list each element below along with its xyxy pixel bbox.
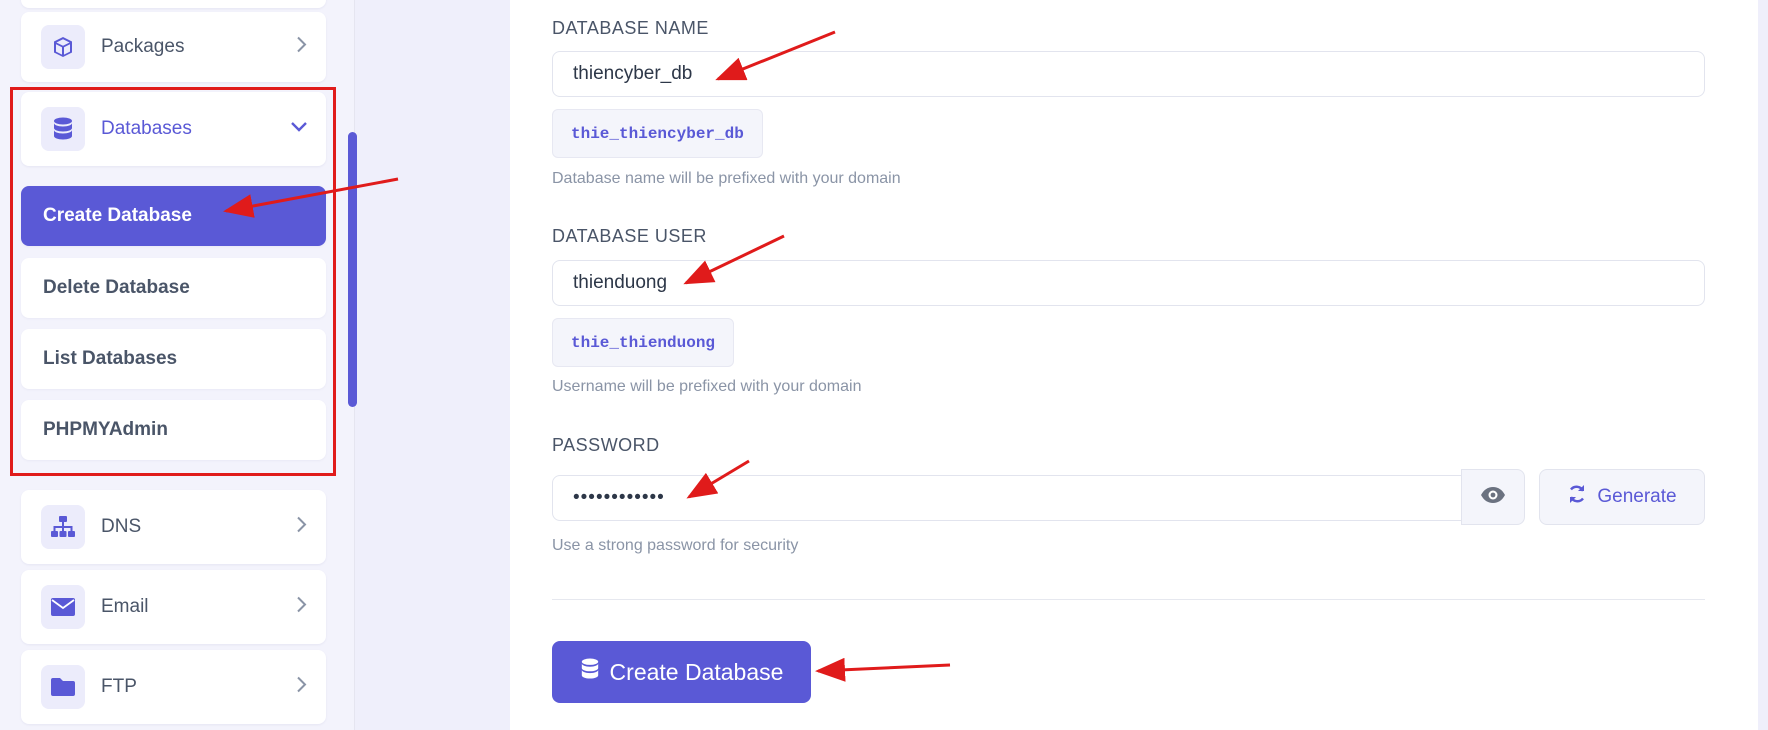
chevron-right-icon	[296, 596, 308, 619]
db-user-prefixed-preview: thie_thienduong	[552, 318, 735, 367]
password-help: Use a strong password for security	[552, 537, 799, 554]
toggle-password-visibility-button[interactable]	[1461, 469, 1525, 525]
sidebar-item-ftp[interactable]: FTP	[21, 650, 326, 724]
sidebar-item-previous[interactable]	[21, 0, 326, 8]
password-input[interactable]: ••••••••••••	[552, 475, 1462, 521]
folder-icon	[41, 665, 85, 709]
annotation-highlight-box	[10, 87, 336, 476]
password-label: PASSWORD	[552, 435, 660, 455]
sidebar-item-label: Email	[101, 596, 149, 617]
db-user-label: DATABASE USER	[552, 226, 707, 246]
db-name-help: Database name will be prefixed with your…	[552, 170, 901, 187]
db-name-input[interactable]: thiencyber_db	[552, 51, 1705, 97]
db-user-help: Username will be prefixed with your doma…	[552, 378, 862, 395]
sidebar-item-label: Packages	[101, 36, 185, 57]
sidebar-item-label: DNS	[101, 516, 142, 537]
chevron-right-icon	[296, 36, 308, 59]
chevron-right-icon	[296, 676, 308, 699]
box-icon	[41, 25, 85, 69]
generate-password-button[interactable]: Generate	[1539, 469, 1705, 525]
sitemap-icon	[41, 505, 85, 549]
sidebar-item-label: FTP	[101, 676, 137, 697]
db-user-input[interactable]: thienduong	[552, 260, 1705, 306]
form-divider	[552, 599, 1705, 600]
sidebar-scrollbar[interactable]	[348, 132, 357, 407]
sidebar-item-dns[interactable]: DNS	[21, 490, 326, 564]
envelope-icon	[41, 585, 85, 629]
db-name-label: DATABASE NAME	[552, 18, 709, 38]
chevron-right-icon	[296, 516, 308, 539]
eye-icon	[1480, 486, 1506, 509]
refresh-icon	[1567, 484, 1587, 510]
database-icon	[580, 657, 600, 687]
sidebar-item-email[interactable]: Email	[21, 570, 326, 644]
sidebar-item-packages[interactable]: Packages	[21, 12, 326, 82]
generate-label: Generate	[1597, 486, 1677, 507]
db-name-prefixed-preview: thie_thiencyber_db	[552, 109, 763, 158]
create-database-button[interactable]: Create Database	[552, 641, 811, 703]
create-database-button-label: Create Database	[609, 658, 784, 685]
